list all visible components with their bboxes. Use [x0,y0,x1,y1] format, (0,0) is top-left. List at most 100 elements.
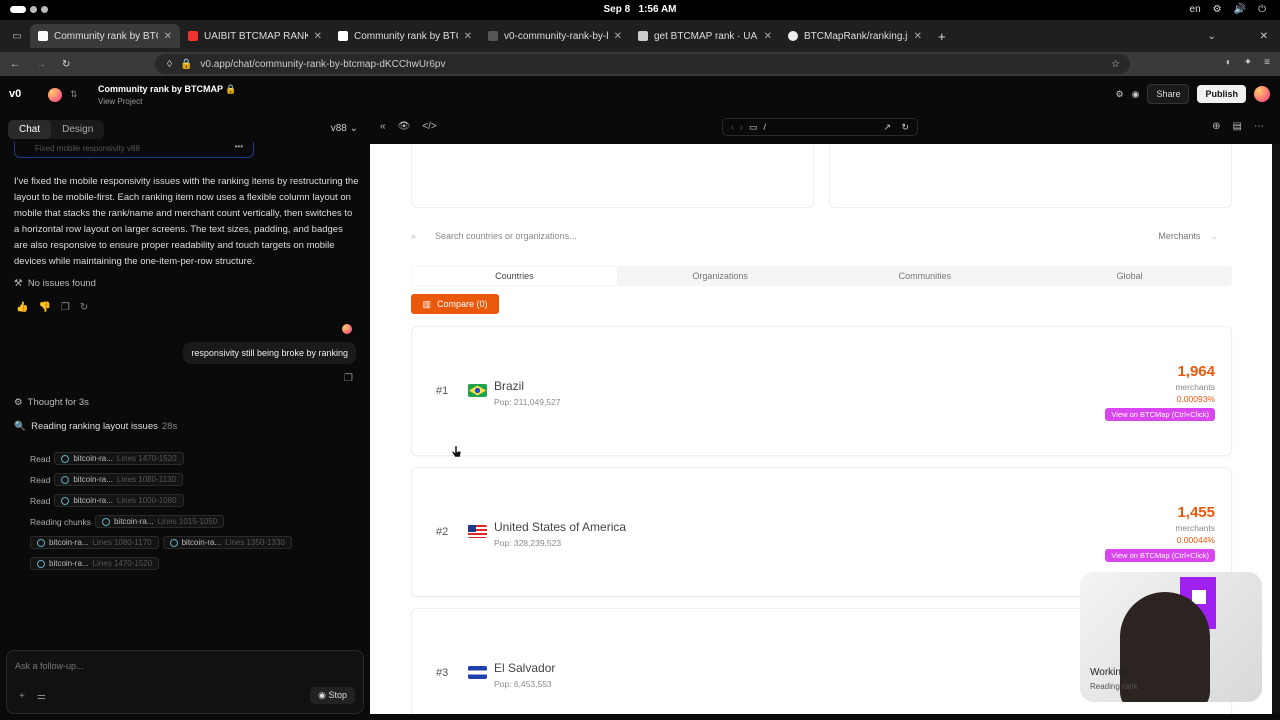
extension-icon[interactable]: ◐ [1226,57,1232,68]
share-button[interactable]: Share [1147,84,1190,104]
chevron-down-icon: ⌄ [349,123,358,134]
chevron-updown-icon[interactable]: ⇅ [70,89,78,100]
tab-chat[interactable]: Chat [8,120,52,139]
copy-icon[interactable]: ❐ [61,302,70,313]
settings-icon[interactable]: ⚙ [1116,89,1124,100]
file-chip[interactable]: bitcoin-ra... Lines 1015-1050 [94,515,225,528]
rank-population: Pop: 6,453,553 [494,679,552,689]
browser-tab-4[interactable]: v0-community-rank-by-b ✕ [480,24,630,48]
assistant-message: I've fixed the mobile responsivity issue… [14,176,359,267]
tab-overview-icon[interactable]: ▭ [4,31,30,42]
tab-global[interactable]: Global [1027,266,1232,286]
collapse-icon[interactable]: « [380,121,386,132]
file-chip[interactable]: bitcoin-ra... Lines 1000-1080 [54,494,184,507]
browser-tab-6[interactable]: BTCMapRank/ranking.json✕ [780,24,930,48]
file-chip[interactable]: bitcoin-ra... Lines 1470-1520 [54,452,184,465]
preview-url-field[interactable]: ‹ › ▭ / ↗ ↻ [722,118,918,136]
retry-icon[interactable]: ↻ [80,302,88,313]
thought-status[interactable]: ⚙ Thought for 3s [14,397,89,408]
user-avatar[interactable] [1254,86,1270,102]
tab-organizations[interactable]: Organizations [618,266,823,286]
summary-card [411,144,814,208]
tab-list-chevron-icon[interactable]: ⌄ [1208,31,1216,42]
preview-scrollbar[interactable] [1272,144,1280,714]
power-icon[interactable]: ⏻ [1258,4,1266,15]
file-chip[interactable]: bitcoin-ra... Lines 1470-1520 [30,557,160,570]
webcam-substatus: Reading rank [1090,682,1138,691]
puzzle-icon[interactable]: ✦ [1244,57,1252,68]
thumbs-up-icon[interactable]: 👍 [16,302,28,313]
file-icon [61,496,70,505]
network-icon[interactable]: ⚙ [1213,4,1222,15]
compare-button[interactable]: ▥ Compare (0) [411,294,499,314]
close-icon[interactable]: ✕ [914,31,922,42]
github-icon[interactable]: ◉ [1132,89,1140,100]
external-link-icon[interactable]: ↗ [883,122,891,133]
more-icon[interactable]: ⋯ [1254,121,1264,132]
close-icon[interactable]: ✕ [314,31,322,42]
view-project-link[interactable]: View Project [98,97,142,106]
stop-button[interactable]: ◉ Stop [310,687,355,704]
search-bar[interactable]: ⌕ Search countries or organizations... M… [411,224,1232,248]
favicon-icon [38,31,48,41]
search-input[interactable]: Search countries or organizations... [435,231,577,241]
publish-button[interactable]: Publish [1197,85,1246,103]
file-chip[interactable]: bitcoin-ra... Lines 1080-1130 [54,473,183,486]
sliders-icon[interactable]: ⚌ [37,691,46,702]
attach-plus-icon[interactable]: + [19,691,25,702]
clock[interactable]: Sep 8 1:56 AM [0,4,1280,15]
browser-tab-2[interactable]: UAIBIT BTCMAP RANK 🔺✕ [180,24,330,48]
url-field[interactable]: ◊ 🔒 v0.app/chat/community-rank-by-btcmap… [155,54,1130,74]
close-icon[interactable]: ✕ [764,31,772,42]
close-icon[interactable]: ✕ [164,31,172,42]
summary-card [829,144,1232,208]
tab-countries[interactable]: Countries [412,267,617,285]
browser-tab-5[interactable]: get BTCMAP rank · UAIBIT✕ [630,24,780,48]
browser-tab-3[interactable]: Community rank by BTCM✕ [330,24,480,48]
copy-icon[interactable]: ❐ [344,373,353,384]
bookmark-star-icon[interactable]: ☆ [1111,59,1120,70]
file-chip[interactable]: bitcoin-ra... Lines 1350-1330 [162,536,292,549]
flag-usa-icon [468,525,487,538]
audio-icon[interactable]: 🔊 [1234,4,1246,15]
back-icon[interactable]: ‹ [731,122,734,132]
browser-tab-1[interactable]: Community rank by BTCM✕ [30,24,180,48]
bar-chart-icon: ▥ [422,298,431,309]
version-card[interactable]: Fixed mobile responsivity v88 ••• [14,142,254,158]
close-icon[interactable]: ✕ [614,31,622,42]
webcam-status: Working [1090,667,1127,678]
layout-icon[interactable]: ▤ [1233,121,1242,132]
sort-select[interactable]: Merchants ⌄ [1158,231,1218,242]
window-close-icon[interactable]: ✕ [1260,31,1268,42]
monitor-icon[interactable]: ▭ [749,122,758,133]
followup-input[interactable]: Ask a follow-up... + ⚌ ◉ Stop [6,650,364,714]
language-indicator[interactable]: en [1190,4,1201,15]
webcam-overlay: Working Reading rank [1080,572,1262,702]
v0-logo[interactable]: v0 [9,88,21,100]
new-tab-button[interactable]: + [938,29,946,44]
close-icon[interactable]: ✕ [464,31,472,42]
view-on-btcmap-button[interactable]: View on BTCMap (Ctrl+Click) [1105,549,1215,562]
forward-icon[interactable]: → [36,59,46,70]
target-icon[interactable]: ⊕ [1212,121,1220,132]
code-icon[interactable]: </> [422,121,436,132]
reading-status[interactable]: 🔍 Reading ranking layout issues 28s [14,421,177,432]
workspace-avatar[interactable] [48,88,62,102]
preview-eye-icon[interactable]: 👁 [398,121,411,132]
tab-communities[interactable]: Communities [823,266,1028,286]
project-title[interactable]: Community rank by BTCMAP 🔒 [98,84,237,95]
more-icon[interactable]: ••• [235,142,243,151]
menu-icon[interactable]: ≡ [1264,57,1270,68]
rank-item[interactable]: #1 Brazil Pop: 211,049,527 1,964 merchan… [411,326,1232,456]
refresh-icon[interactable]: ↻ [901,122,909,133]
forward-icon[interactable]: › [740,122,743,132]
rank-name: El Salvador [494,661,556,675]
tab-design[interactable]: Design [51,120,104,139]
back-icon[interactable]: ← [10,59,20,70]
view-on-btcmap-button[interactable]: View on BTCMap (Ctrl+Click) [1105,408,1215,421]
thumbs-down-icon[interactable]: 👎 [38,302,50,313]
file-chip[interactable]: bitcoin-ra... Lines 1080-1170 [30,536,159,549]
favicon-icon [188,31,198,41]
version-select[interactable]: v88 ⌄ [331,123,358,134]
reload-icon[interactable]: ↻ [62,59,70,70]
